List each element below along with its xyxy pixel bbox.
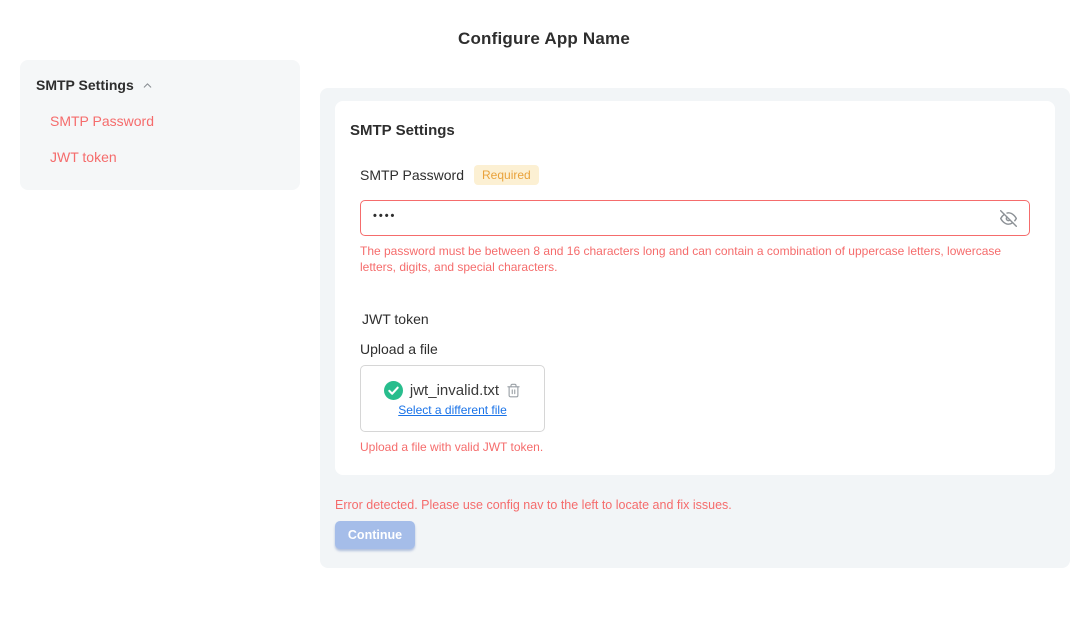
sidebar-item-jwt-token[interactable]: JWT token — [50, 149, 284, 165]
jwt-token-error: Upload a file with valid JWT token. — [360, 439, 1040, 455]
required-badge: Required — [474, 165, 539, 185]
jwt-token-label: JWT token — [362, 311, 1040, 327]
check-circle-icon — [384, 381, 403, 400]
sidebar-section-label: SMTP Settings — [36, 77, 134, 93]
smtp-password-input[interactable]: •••• — [360, 200, 1030, 236]
masked-password-value: •••• — [373, 198, 396, 234]
uploaded-file-name: jwt_invalid.txt — [410, 382, 499, 399]
continue-button[interactable]: Continue — [335, 521, 415, 549]
global-error-message: Error detected. Please use config nav to… — [335, 498, 1055, 512]
trash-icon[interactable] — [506, 382, 521, 399]
sidebar-section-smtp-settings[interactable]: SMTP Settings — [36, 77, 284, 93]
smtp-password-label: SMTP Password — [360, 167, 464, 183]
uploaded-file-row: jwt_invalid.txt — [384, 381, 521, 400]
config-nav-sidebar: SMTP Settings SMTP Password JWT token — [20, 60, 300, 190]
card-body: SMTP Password Required •••• The password… — [360, 165, 1040, 455]
page-title: Configure App Name — [0, 29, 1088, 49]
section-title: SMTP Settings — [350, 122, 1040, 139]
select-different-file-link[interactable]: Select a different file — [398, 403, 507, 417]
eye-slash-icon[interactable] — [1000, 210, 1017, 227]
file-upload-box: jwt_invalid.txt Select a different file — [360, 365, 545, 432]
smtp-settings-card: SMTP Settings SMTP Password Required •••… — [335, 101, 1055, 475]
smtp-password-error: The password must be between 8 and 16 ch… — [360, 243, 1015, 275]
chevron-up-icon — [141, 79, 154, 92]
config-panel: SMTP Settings SMTP Password Required •••… — [320, 88, 1070, 568]
smtp-password-label-row: SMTP Password Required — [360, 165, 1040, 185]
sidebar-item-smtp-password[interactable]: SMTP Password — [50, 113, 284, 129]
upload-file-label: Upload a file — [360, 341, 1040, 357]
